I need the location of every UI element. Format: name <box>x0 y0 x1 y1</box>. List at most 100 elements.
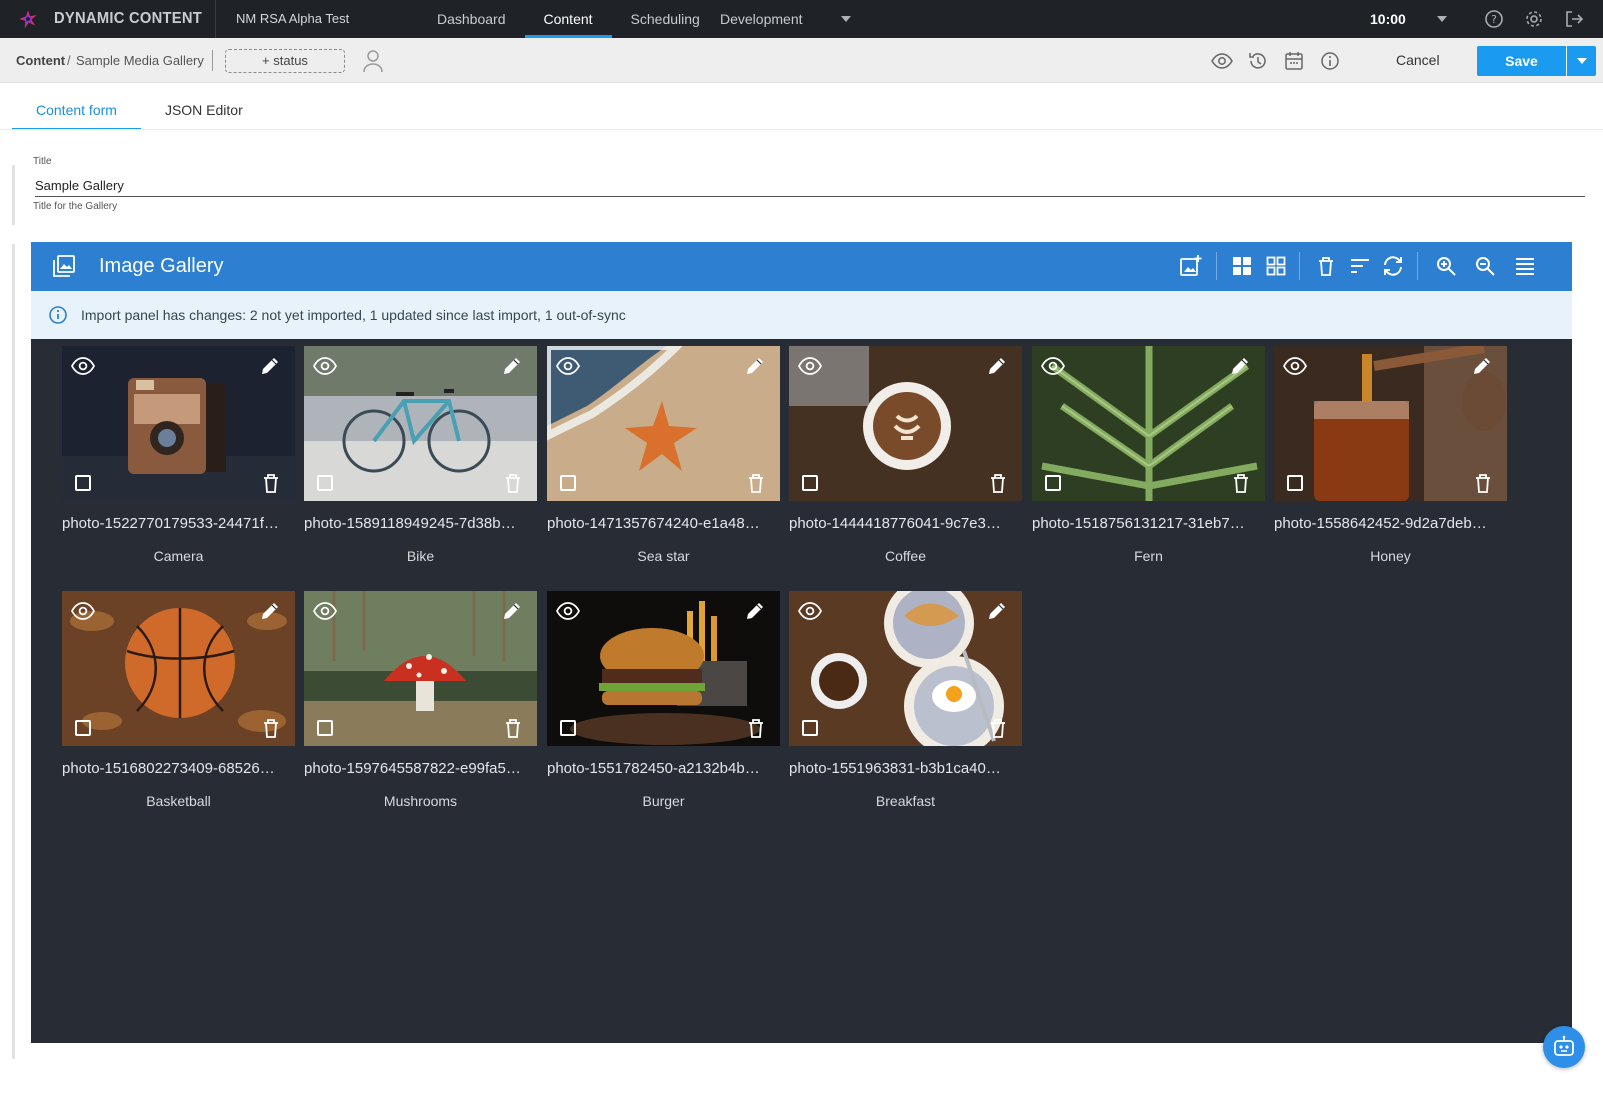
toolbar-divider <box>1417 252 1418 280</box>
zoom-out-icon[interactable] <box>1473 254 1497 278</box>
edit-pencil-icon <box>989 603 1005 619</box>
tab-json-editor[interactable]: JSON Editor <box>141 93 267 129</box>
preview-eye-icon <box>312 357 338 375</box>
sort-icon[interactable] <box>1348 254 1372 278</box>
select-checkbox[interactable] <box>560 720 576 736</box>
import-notice-text: Import panel has changes: 2 not yet impo… <box>81 307 626 323</box>
select-checkbox[interactable] <box>75 475 91 491</box>
preview-eye-icon[interactable] <box>1211 50 1233 72</box>
image-filename: photo-1558642452-9d2a7deb… <box>1274 515 1487 532</box>
delete-button[interactable] <box>988 472 1008 499</box>
info-icon[interactable] <box>1319 50 1341 72</box>
edit-button[interactable] <box>1229 355 1251 382</box>
nav-content[interactable]: Content <box>524 0 612 38</box>
delete-button[interactable] <box>503 717 523 744</box>
nav-dashboard[interactable]: Dashboard <box>418 0 525 38</box>
delete-button[interactable] <box>746 472 766 499</box>
tab-content-form[interactable]: Content form <box>12 93 141 130</box>
preview-button[interactable] <box>312 599 338 628</box>
chevron-down-icon <box>840 16 851 22</box>
gallery-rail <box>12 244 15 1059</box>
tabs-divider <box>0 129 1603 130</box>
edit-button[interactable] <box>1471 355 1493 382</box>
preview-button[interactable] <box>70 599 96 628</box>
nav-development-dropdown[interactable]: Development <box>720 0 851 38</box>
nav-scheduling[interactable]: Scheduling <box>612 0 719 38</box>
preview-eye-icon <box>312 602 338 620</box>
edit-button[interactable] <box>501 355 523 382</box>
preview-button[interactable] <box>1040 354 1066 383</box>
select-checkbox[interactable] <box>802 720 818 736</box>
logo-icon <box>19 10 37 29</box>
edit-pencil-icon <box>1232 358 1248 374</box>
logout-icon[interactable] <box>1564 9 1584 29</box>
select-checkbox[interactable] <box>317 475 333 491</box>
preview-button[interactable] <box>312 354 338 383</box>
import-notice: Import panel has changes: 2 not yet impo… <box>31 291 1572 339</box>
delete-button[interactable] <box>1231 472 1251 499</box>
save-options-button[interactable] <box>1567 46 1596 76</box>
preview-eye-icon <box>1040 357 1066 375</box>
edit-button[interactable] <box>986 600 1008 627</box>
image-gallery: Image Gallery Import panel has changes: … <box>31 242 1572 1043</box>
menu-icon[interactable] <box>1513 254 1537 278</box>
time-dropdown-icon[interactable] <box>1437 16 1447 22</box>
cancel-button[interactable]: Cancel <box>1396 38 1440 83</box>
image-caption: Basketball <box>146 793 211 809</box>
title-field[interactable] <box>35 175 1585 197</box>
select-checkbox[interactable] <box>560 475 576 491</box>
calendar-icon[interactable] <box>1283 50 1305 72</box>
delete-button[interactable] <box>503 472 523 499</box>
preview-button[interactable] <box>797 599 823 628</box>
delete-button[interactable] <box>746 717 766 744</box>
select-checkbox[interactable] <box>1045 475 1061 491</box>
large-grid-icon[interactable] <box>1230 254 1254 278</box>
add-status-button[interactable]: + status <box>225 49 345 73</box>
preview-button[interactable] <box>555 354 581 383</box>
edit-button[interactable] <box>744 600 766 627</box>
breadcrumb-root[interactable]: Content <box>16 38 65 83</box>
edit-pencil-icon <box>262 358 278 374</box>
select-checkbox[interactable] <box>1287 475 1303 491</box>
history-icon[interactable] <box>1247 50 1269 72</box>
assistant-bot-button[interactable] <box>1543 1026 1585 1068</box>
select-checkbox[interactable] <box>75 720 91 736</box>
assignee-icon[interactable] <box>362 49 384 73</box>
preview-button[interactable] <box>555 599 581 628</box>
delete-button[interactable] <box>988 717 1008 744</box>
image-caption: Sea star <box>637 548 690 564</box>
hub-name[interactable]: NM RSA Alpha Test <box>236 0 349 38</box>
image-filename: photo-1471357674240-e1a48… <box>547 515 760 532</box>
select-checkbox[interactable] <box>317 720 333 736</box>
edit-button[interactable] <box>259 355 281 382</box>
preview-button[interactable] <box>70 354 96 383</box>
edit-button[interactable] <box>501 600 523 627</box>
save-button[interactable]: Save <box>1477 46 1566 76</box>
time-display[interactable]: 10:00 <box>1370 0 1406 38</box>
app-logo[interactable]: DYNAMIC CONTENT <box>0 0 216 38</box>
edit-pencil-icon <box>747 603 763 619</box>
preview-button[interactable] <box>1282 354 1308 383</box>
edit-button[interactable] <box>259 600 281 627</box>
small-grid-icon[interactable] <box>1264 254 1288 278</box>
gallery-header: Image Gallery <box>31 242 1572 291</box>
delete-button[interactable] <box>261 717 281 744</box>
help-icon[interactable]: ? <box>1484 9 1504 29</box>
gear-icon[interactable] <box>1524 9 1544 29</box>
zoom-in-icon[interactable] <box>1434 254 1458 278</box>
edit-pencil-icon <box>262 603 278 619</box>
add-image-icon[interactable] <box>1179 254 1203 278</box>
sync-icon[interactable] <box>1381 254 1405 278</box>
image-filename: photo-1444418776041-9c7e3… <box>789 515 1001 532</box>
select-checkbox[interactable] <box>802 475 818 491</box>
edit-button[interactable] <box>744 355 766 382</box>
preview-button[interactable] <box>797 354 823 383</box>
image-caption: Fern <box>1134 548 1163 564</box>
toolbar-divider <box>1299 252 1300 280</box>
edit-button[interactable] <box>986 355 1008 382</box>
delete-all-icon[interactable] <box>1314 254 1338 278</box>
delete-button[interactable] <box>261 472 281 499</box>
breadcrumb-separator: / <box>67 53 71 68</box>
delete-button[interactable] <box>1473 472 1493 499</box>
preview-eye-icon <box>1282 357 1308 375</box>
